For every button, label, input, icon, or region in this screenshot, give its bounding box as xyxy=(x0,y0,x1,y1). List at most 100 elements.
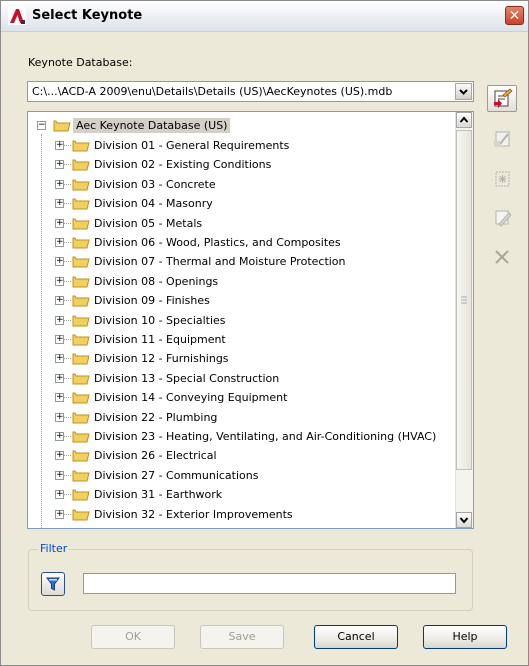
edit-keynote-icon xyxy=(495,210,512,227)
ok-button[interactable]: OK xyxy=(91,625,175,649)
tree-item[interactable]: + Division 31 - Earthwork xyxy=(28,485,458,504)
tree-item[interactable]: + Division 03 - Concrete xyxy=(28,175,458,194)
tree-item[interactable]: + Division 13 - Special Construction xyxy=(28,369,458,388)
expand-icon[interactable]: + xyxy=(55,393,64,402)
collapse-icon[interactable]: − xyxy=(37,121,46,130)
tree-item[interactable]: + Division 12 - Furnishings xyxy=(28,349,458,368)
folder-icon xyxy=(72,179,90,191)
tree-scrollbar[interactable] xyxy=(455,112,473,528)
open-database-icon xyxy=(494,88,513,108)
autocad-app-icon xyxy=(8,7,26,25)
expand-icon[interactable]: + xyxy=(55,451,64,460)
filter-funnel-icon xyxy=(46,577,60,591)
tree-item-label: Division 06 - Wood, Plastics, and Compos… xyxy=(94,236,341,249)
tree-item-label: Division 05 - Metals xyxy=(94,217,203,230)
folder-open-icon xyxy=(53,120,71,132)
tree-item[interactable]: + Division 23 - Heating, Ventilating, and… xyxy=(28,427,458,446)
filter-input[interactable] xyxy=(83,573,456,594)
chevron-down-icon[interactable] xyxy=(455,83,472,100)
tree-item[interactable]: + Division 02 - Existing Conditions xyxy=(28,155,458,174)
dialog-title: Select Keynote xyxy=(32,8,143,23)
help-button[interactable]: Help xyxy=(423,625,507,649)
select-keynote-dialog: Select Keynote ✕ Keynote Database: C:\..… xyxy=(0,0,529,666)
tree-item[interactable]: + Division 07 - Thermal and Moisture Prot… xyxy=(28,252,458,271)
tree-item[interactable]: + Division 01 - General Requirements xyxy=(28,136,458,155)
tree-item-label: Division 10 - Specialties xyxy=(94,314,226,327)
scroll-thumb[interactable] xyxy=(456,130,472,470)
expand-icon[interactable]: + xyxy=(55,160,64,169)
folder-icon xyxy=(72,470,90,482)
add-group-button[interactable] xyxy=(487,165,517,192)
folder-icon xyxy=(72,276,90,288)
expand-icon[interactable]: + xyxy=(55,490,64,499)
scroll-up-button[interactable] xyxy=(456,112,472,128)
folder-icon xyxy=(72,431,90,443)
filter-button[interactable] xyxy=(41,572,65,596)
folder-icon xyxy=(72,198,90,210)
tree-item[interactable]: + Division 08 - Openings xyxy=(28,272,458,291)
expand-icon[interactable]: + xyxy=(55,374,64,383)
title-bar[interactable]: Select Keynote ✕ xyxy=(1,1,528,32)
cancel-button[interactable]: Cancel xyxy=(314,625,398,649)
expand-icon[interactable]: + xyxy=(55,219,64,228)
tree-root-row[interactable]: − Aec Keynote Database (US) xyxy=(28,117,458,136)
expand-icon[interactable]: + xyxy=(55,257,64,266)
expand-icon[interactable]: + xyxy=(55,471,64,480)
folder-icon xyxy=(72,218,90,230)
expand-icon[interactable]: + xyxy=(55,510,64,519)
tree-item[interactable]: + Division 32 - Exterior Improvements xyxy=(28,505,458,524)
add-keynote-icon xyxy=(494,131,510,147)
expand-icon[interactable]: + xyxy=(55,199,64,208)
tree-item-label: Division 27 - Communications xyxy=(94,469,259,482)
tree-item[interactable]: + Division 11 - Equipment xyxy=(28,330,458,349)
tree-item[interactable]: + Division 09 - Finishes xyxy=(28,291,458,310)
tree-item[interactable]: + Division 14 - Conveying Equipment xyxy=(28,388,458,407)
folder-icon xyxy=(72,237,90,249)
tree-item[interactable]: + Division 22 - Plumbing xyxy=(28,408,458,427)
tree-item-label: Division 02 - Existing Conditions xyxy=(94,158,272,171)
expand-icon[interactable]: + xyxy=(55,238,64,247)
tree-item-label: Division 11 - Equipment xyxy=(94,333,226,346)
folder-icon xyxy=(72,315,90,327)
tree-item[interactable]: + Division 10 - Specialties xyxy=(28,311,458,330)
add-keynote-button[interactable] xyxy=(487,125,517,152)
expand-icon[interactable]: + xyxy=(55,141,64,150)
expand-icon[interactable]: + xyxy=(55,316,64,325)
tree-item-label: Division 12 - Furnishings xyxy=(94,352,229,365)
scroll-down-button[interactable] xyxy=(456,512,472,528)
folder-icon xyxy=(72,412,90,424)
keynote-database-path: C:\...\ACD-A 2009\enu\Details\Details (U… xyxy=(32,85,393,98)
folder-icon xyxy=(72,334,90,346)
save-button[interactable]: Save xyxy=(200,625,284,649)
folder-icon xyxy=(72,373,90,385)
folder-icon xyxy=(72,353,90,365)
tree-item[interactable]: + Division 27 - Communications xyxy=(28,466,458,485)
expand-icon[interactable]: + xyxy=(55,180,64,189)
tree-item[interactable]: + Division 04 - Masonry xyxy=(28,194,458,213)
delete-button[interactable] xyxy=(487,244,517,271)
tree-item[interactable]: + Division 06 - Wood, Plastics, and Compo… xyxy=(28,233,458,252)
tree-item-label: Division 26 - Electrical xyxy=(94,449,217,462)
open-database-button[interactable] xyxy=(487,85,517,112)
expand-icon[interactable]: + xyxy=(55,354,64,363)
tree-item[interactable]: + Division 05 - Metals xyxy=(28,214,458,233)
expand-icon[interactable]: + xyxy=(55,335,64,344)
close-icon: ✕ xyxy=(508,8,521,24)
close-button[interactable]: ✕ xyxy=(505,6,524,25)
tree-item[interactable]: + Division 26 - Electrical xyxy=(28,446,458,465)
expand-icon[interactable]: + xyxy=(55,277,64,286)
keynote-tree[interactable]: − Aec Keynote Database (US) + Division 01… xyxy=(27,111,474,529)
tree-item-label: Division 22 - Plumbing xyxy=(94,411,218,424)
tree-item-label: Division 07 - Thermal and Moisture Prote… xyxy=(94,255,346,268)
expand-icon[interactable]: + xyxy=(55,413,64,422)
folder-icon xyxy=(72,392,90,404)
folder-icon xyxy=(72,256,90,268)
edit-keynote-button[interactable] xyxy=(487,204,517,231)
tree-item-label: Division 31 - Earthwork xyxy=(94,488,223,501)
expand-icon[interactable]: + xyxy=(55,296,64,305)
folder-icon xyxy=(72,140,90,152)
tree-item-label: Division 32 - Exterior Improvements xyxy=(94,508,293,521)
tree-item-label: Division 14 - Conveying Equipment xyxy=(94,391,288,404)
expand-icon[interactable]: + xyxy=(55,432,64,441)
keynote-database-dropdown[interactable]: C:\...\ACD-A 2009\enu\Details\Details (U… xyxy=(27,81,474,102)
